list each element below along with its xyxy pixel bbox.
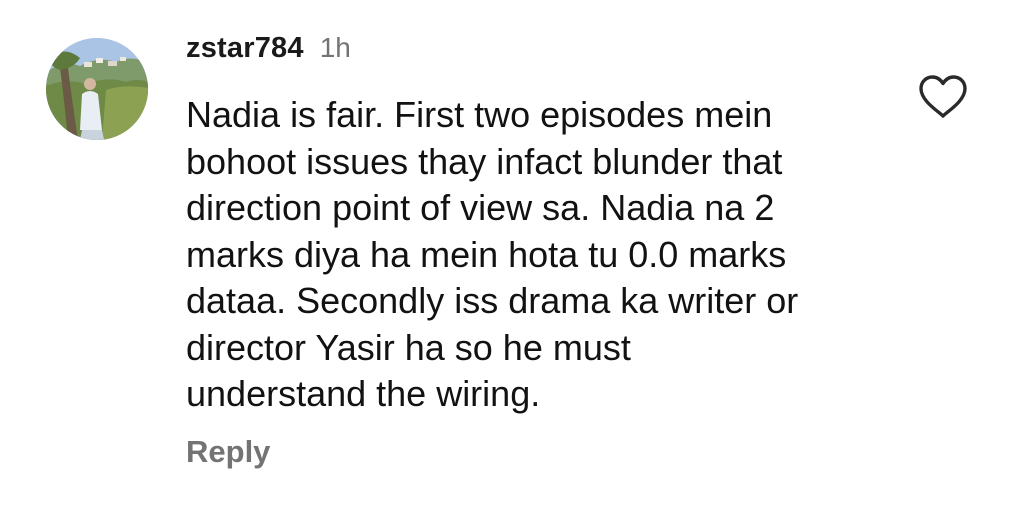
comment-text-line: Nadia is fair. First two episodes mein (186, 94, 773, 135)
avatar[interactable] (46, 38, 148, 140)
comment-text-line: dataa. Secondly iss drama ka writer or (186, 280, 799, 321)
username-link[interactable]: zstar784 (186, 32, 304, 65)
comment-text-line: direction point of view sa. Nadia na 2 (186, 187, 775, 228)
reply-button[interactable]: Reply (186, 434, 270, 470)
comment-text-line: marks diya ha mein hota tu 0.0 marks (186, 233, 787, 275)
timestamp: 1h (319, 32, 351, 63)
comment-text-line: bohoot issues thay infact blunder that (186, 140, 783, 182)
profile-photo-image (46, 38, 148, 140)
comment-text-line: understand the wiring. (186, 373, 541, 414)
comment-item: zstar784 1h Nadia is fair. First two epi… (0, 0, 1024, 510)
heart-outline-icon (919, 75, 967, 118)
comment-header: zstar784 1h (186, 32, 351, 72)
comment-text-line: director Yasir ha so he must (186, 326, 631, 368)
comment-text: Nadia is fair. First two episodes mein bo… (186, 92, 886, 418)
like-button[interactable] (918, 74, 968, 120)
